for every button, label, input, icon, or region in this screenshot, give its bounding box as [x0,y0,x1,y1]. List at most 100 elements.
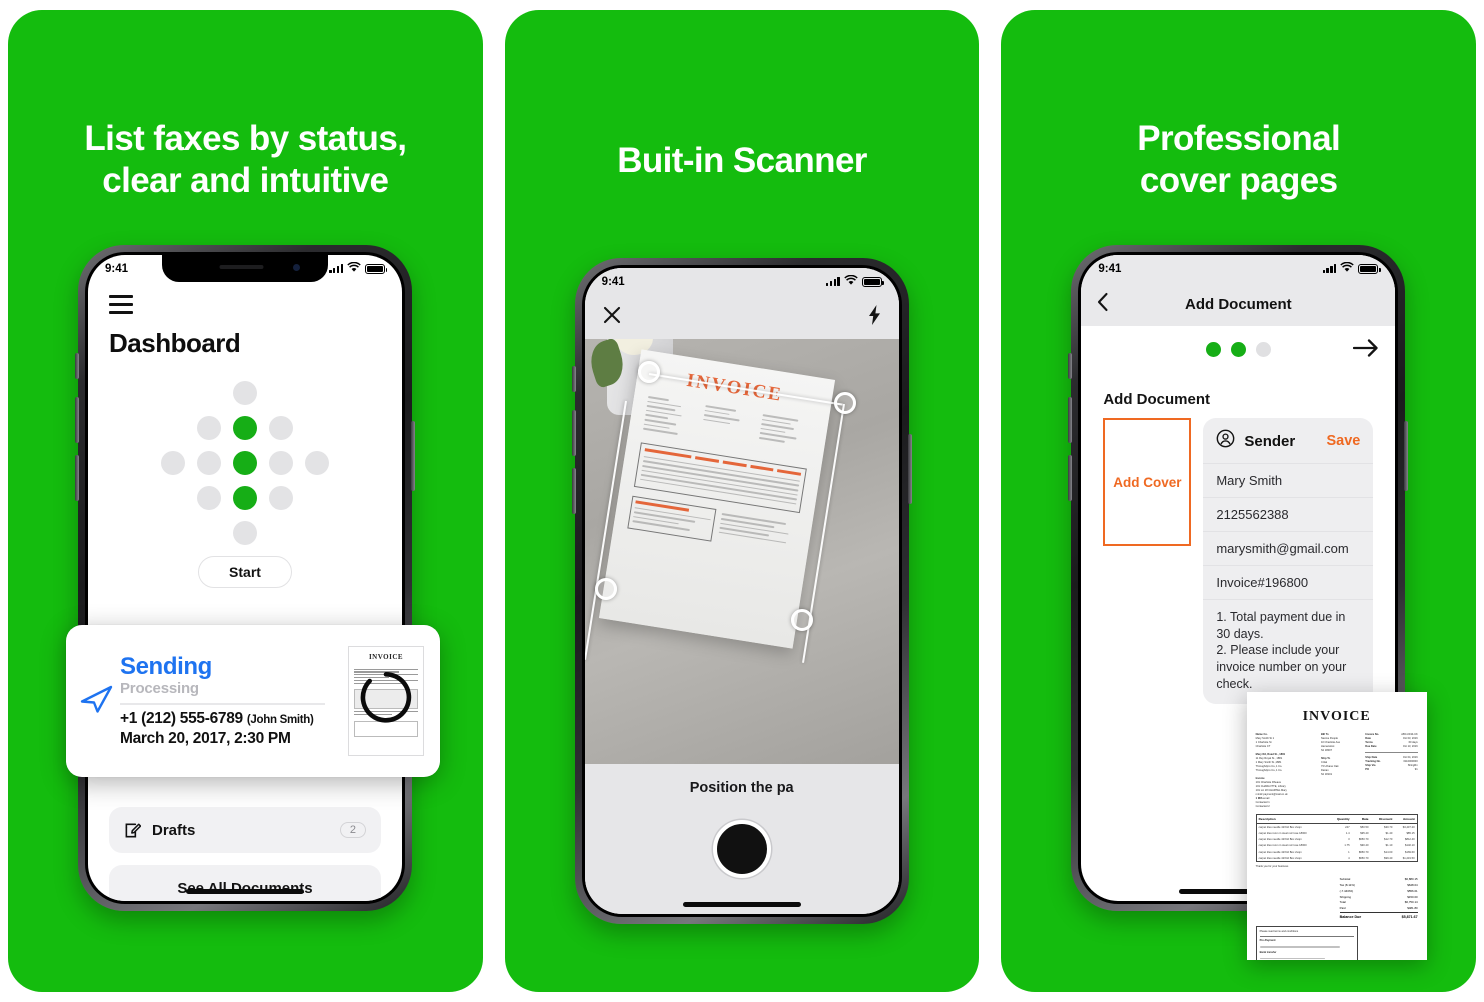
circular-progress-icon [359,670,413,729]
dot [269,486,293,510]
volume-down-button[interactable] [571,468,576,514]
dot-row [145,521,345,545]
scanner-toolbar [584,295,899,339]
invoice-preview-overlay[interactable]: INVOICE Name Co. Mary Smith St 11 Charlot… [1246,692,1427,960]
volume-down-button[interactable] [1068,455,1073,501]
crop-handle-top-right[interactable] [833,392,856,414]
home-indicator[interactable] [682,902,801,907]
col-quantity: Quantity [1328,814,1352,825]
status-time: 9:41 [601,275,625,288]
nav-title: Add Document [1185,295,1292,313]
save-button[interactable]: Save [1326,433,1360,449]
app-store-screenshot-gallery: List faxes by status, clear and intuitiv… [0,0,1484,1002]
dot [197,486,221,510]
document-thumbnail[interactable]: INVOICE [348,646,424,756]
dot-row [145,381,345,405]
panel2-headline-line1: Buit-in Scanner [617,141,867,180]
col-amount: Amount [1394,814,1418,825]
start-button[interactable]: Start [198,556,292,588]
table-row: carpet tiles needle 42X42 Box 2sqm 4 $650.… [1258,856,1415,860]
crop-handle-top-left[interactable] [637,361,660,383]
invoice-title: INVOICE [1302,709,1371,724]
step-dot-3[interactable] [1255,342,1271,357]
send-date: March 20, 2017, 2:30 PM [120,729,291,747]
panel-scanner: Buit-in Scanner 9:41 Position the pa INV… [504,10,1427,992]
chevron-left-icon[interactable] [1097,292,1108,316]
crop-handle-bottom-right[interactable] [790,609,813,631]
panel-dashboard: List faxes by status, clear and intuitiv… [8,10,483,992]
sending-status-card[interactable]: Sending Processing +1 (212) 555-6789 (Jo… [66,625,440,777]
dot [305,451,329,475]
panel2-headline: Buit-in Scanner [505,140,980,182]
battery-icon [861,276,885,287]
volume-down-button[interactable] [75,455,79,501]
sender-phone-field[interactable]: 2125562388 [1203,498,1374,532]
see-all-documents-button[interactable]: See All Documents [109,865,381,901]
volume-up-button[interactable] [1068,397,1073,443]
page-title: Dashboard [109,328,241,358]
battery-icon [365,263,388,274]
dot-row [145,451,345,475]
mute-switch[interactable] [1068,353,1073,379]
edit-square-icon [124,822,141,839]
volume-up-button[interactable] [75,397,79,443]
invoice-totals: Subtotal $6,880.15 Tax (8.11%) $648.04 (-7… [1339,877,1418,920]
sender-name-field[interactable]: Mary Smith [1203,464,1374,498]
nav-bar: Add Document [1081,282,1396,326]
terms-heading: Please read terms and conditions [1259,930,1354,938]
camera-shutter-button[interactable] [712,820,771,878]
panel3-headline-line2: cover pages [1139,161,1338,200]
mute-switch[interactable] [75,353,79,379]
send-substatus-label: Processing [120,680,199,698]
mute-switch[interactable] [571,366,576,392]
dot [233,521,257,545]
col-description: Description [1256,814,1329,825]
power-button[interactable] [411,421,415,491]
dot [197,451,221,475]
scanner-controls: Position the pa [584,764,899,914]
power-button[interactable] [907,434,912,504]
hamburger-icon[interactable] [109,295,133,314]
volume-up-button[interactable] [571,410,576,456]
step-indicator [1081,326,1395,357]
panel1-headline-line1: List faxes by status, [84,119,407,158]
dot-active [233,416,257,440]
balance-due-value: $5,871.67 [1401,915,1418,920]
sender-card-title: Sender [1244,432,1296,450]
step-dot-2[interactable] [1230,342,1246,357]
send-status-label: Sending [120,653,212,681]
phone-screen-1: 9:41 Dashboard Start Drafts 2 See All Do… [88,255,402,901]
send-recipient: +1 (212) 555-6789 (John Smith) [120,710,348,728]
crop-handle-bottom-left[interactable] [594,578,617,600]
flash-bolt-icon[interactable] [868,304,881,330]
sender-card: Sender Save Mary Smith 2125562388 marysm… [1203,418,1374,705]
close-x-icon[interactable] [603,306,621,329]
invoice-thanks-note: Thank you for your business [1255,865,1289,869]
battery-icon [1358,263,1381,274]
dot-row [145,416,345,440]
phone-screen-2: 9:41 Position the pa [584,268,899,914]
balance-due-label: Balance Due [1339,915,1362,920]
sender-subject-field[interactable]: Invoice#196800 [1203,566,1374,600]
paper-plane-icon [80,684,114,719]
cellular-signal-icon [1322,264,1337,273]
cellular-signal-icon [825,277,840,286]
scanner-hint-text: Position the pa [689,780,794,796]
status-bar-1: 9:41 [88,255,402,282]
power-button[interactable] [1404,421,1409,491]
home-indicator[interactable] [186,889,304,894]
section-label: Add Document [1103,391,1211,408]
drafts-label: Drafts [152,821,196,839]
step-dot-1[interactable] [1205,342,1221,357]
sender-note-field[interactable]: 1. Total payment due in 30 days. 2. Plea… [1203,600,1373,704]
arrow-right-icon[interactable] [1353,338,1379,363]
wifi-icon [347,261,361,276]
panel3-headline: Professional cover pages [1001,118,1476,202]
add-cover-button[interactable]: Add Cover [1103,418,1192,546]
cellular-signal-icon [329,264,343,273]
progress-dot-grid [145,381,345,545]
wifi-icon [843,274,858,289]
dot [269,451,293,475]
drafts-row[interactable]: Drafts 2 [109,807,381,853]
sender-email-field[interactable]: marysmith@gmail.com [1203,532,1374,566]
